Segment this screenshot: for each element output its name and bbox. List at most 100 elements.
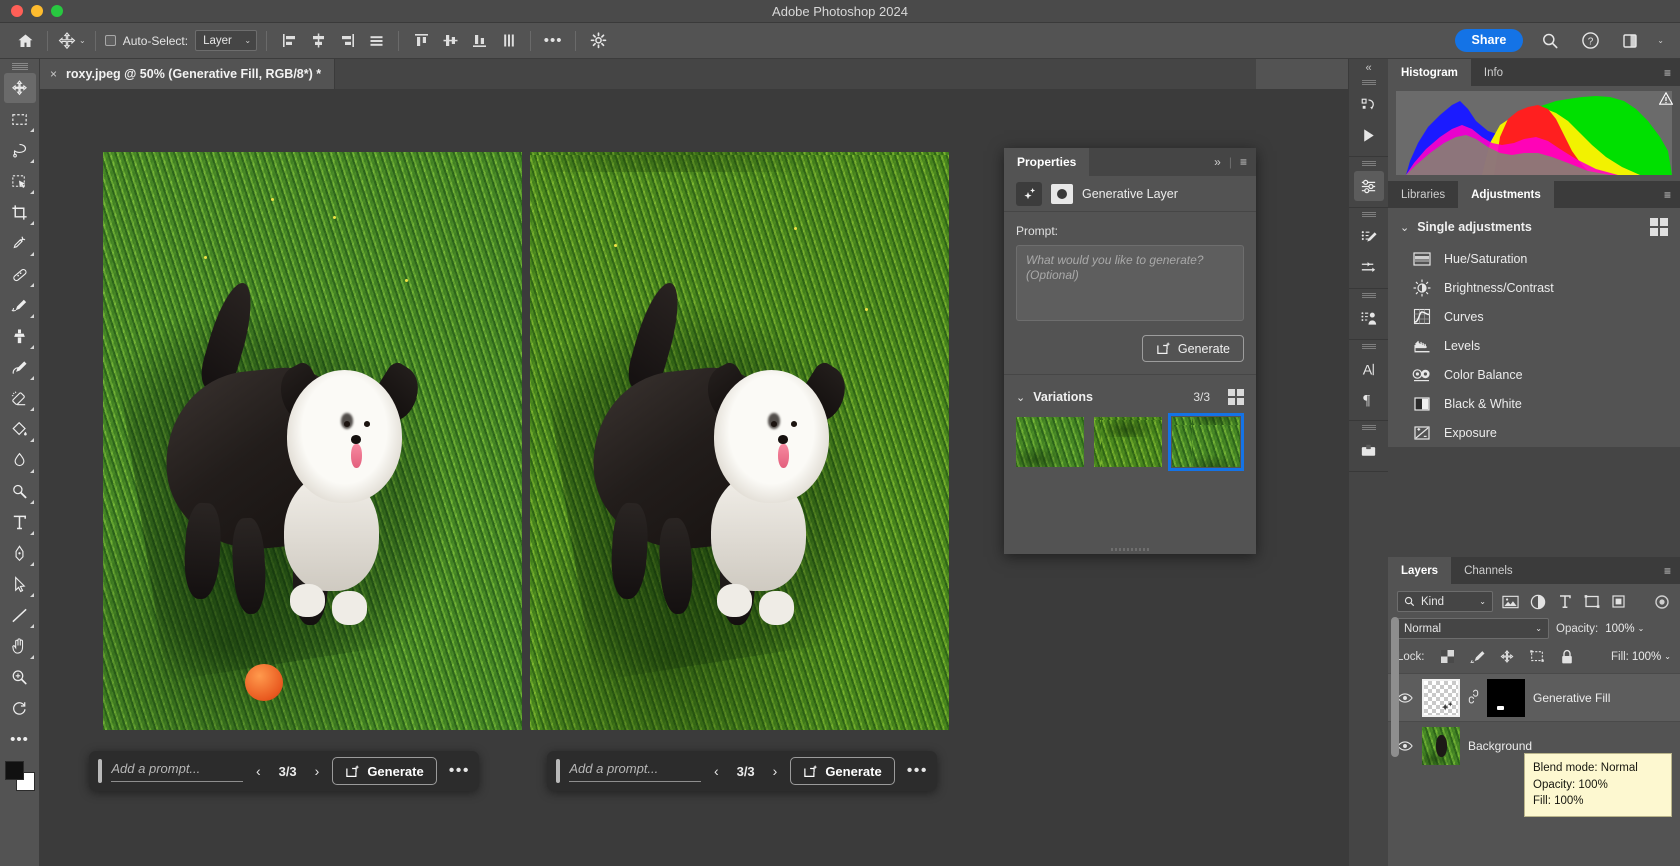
adjustment-brightness-contrast[interactable]: Brightness/Contrast xyxy=(1388,273,1680,302)
brush-tool[interactable] xyxy=(4,290,36,320)
filter-adjustment-icon[interactable] xyxy=(1528,592,1547,611)
adjustment-black-and-white[interactable]: Black & White xyxy=(1388,389,1680,418)
chevron-down-icon[interactable]: ⌄ xyxy=(1657,36,1664,45)
dodge-tool[interactable] xyxy=(4,476,36,506)
previous-variation-button[interactable]: ‹ xyxy=(252,763,265,779)
fill-field[interactable]: Fill: 100% ⌄ xyxy=(1611,651,1671,663)
active-tool-button[interactable]: ⌄ xyxy=(57,28,86,54)
lock-all-icon[interactable] xyxy=(1558,647,1577,666)
task-bar-drag-handle[interactable] xyxy=(98,759,102,783)
history-panel-icon[interactable] xyxy=(1354,90,1384,120)
filter-shape-icon[interactable] xyxy=(1582,592,1601,611)
color-swatches[interactable] xyxy=(5,761,35,791)
tab-channels[interactable]: Channels xyxy=(1451,557,1526,584)
next-variation-button[interactable]: › xyxy=(311,763,324,779)
crop-tool[interactable] xyxy=(4,197,36,227)
foreground-color-swatch[interactable] xyxy=(5,761,24,780)
generative-layer-icon[interactable] xyxy=(1016,182,1042,206)
layers-scrollbar[interactable] xyxy=(1391,617,1399,757)
more-options-button[interactable]: ••• xyxy=(540,29,566,53)
panel-resize-grip[interactable] xyxy=(1111,548,1149,551)
tab-libraries[interactable]: Libraries xyxy=(1388,181,1458,208)
filter-type-icon[interactable] xyxy=(1555,592,1574,611)
histogram-panel-menu-icon[interactable]: ≡ xyxy=(1664,59,1680,86)
path-selection-tool[interactable] xyxy=(4,569,36,599)
contextual-task-bar-left[interactable]: Add a prompt... ‹ 3/3 › Generate ••• xyxy=(89,751,479,791)
align-right-edges-button[interactable] xyxy=(334,29,360,53)
tab-adjustments[interactable]: Adjustments xyxy=(1458,181,1554,208)
lock-artboard-icon[interactable] xyxy=(1528,647,1547,666)
gradient-tool[interactable] xyxy=(4,414,36,444)
adjustment-hue-saturation[interactable]: Hue/Saturation xyxy=(1388,244,1680,273)
generate-button-right[interactable]: Generate xyxy=(790,757,894,785)
align-bottom-edges-button[interactable] xyxy=(466,29,492,53)
distribute-horizontal-button[interactable] xyxy=(363,29,389,53)
layer-thumbnail[interactable] xyxy=(1422,727,1460,765)
align-left-edges-button[interactable] xyxy=(276,29,302,53)
auto-select-checkbox[interactable] xyxy=(105,35,116,46)
edit-toolbar-button[interactable]: ••• xyxy=(4,724,36,754)
adjustment-levels[interactable]: Levels xyxy=(1388,331,1680,360)
lock-transparent-pixels-icon[interactable] xyxy=(1438,647,1457,666)
eraser-tool[interactable] xyxy=(4,383,36,413)
layer-mask-icon[interactable] xyxy=(1051,184,1073,204)
single-adjustments-header[interactable]: ⌄ Single adjustments xyxy=(1388,208,1680,244)
collapse-dock-icon[interactable]: « xyxy=(1365,62,1371,74)
adjustments-grid-view-icon[interactable] xyxy=(1650,218,1668,236)
opacity-value-field[interactable]: 100% ⌄ xyxy=(1605,623,1644,635)
task-bar-more-button[interactable]: ••• xyxy=(904,762,928,780)
warning-icon[interactable] xyxy=(1659,92,1673,105)
filter-toggle-icon[interactable] xyxy=(1652,592,1671,611)
auto-select-dropdown[interactable]: Layer ⌄ xyxy=(195,30,257,51)
variation-thumbnail-3[interactable] xyxy=(1172,417,1240,467)
object-selection-tool[interactable] xyxy=(4,166,36,196)
history-brush-tool[interactable] xyxy=(4,352,36,382)
layer-mask-thumbnail[interactable] xyxy=(1487,679,1525,717)
workspace-icon[interactable] xyxy=(1617,29,1643,53)
adjustment-exposure[interactable]: Exposure xyxy=(1388,418,1680,447)
document-tab[interactable]: × roxy.jpeg @ 50% (Generative Fill, RGB/… xyxy=(40,59,335,89)
lasso-tool[interactable] xyxy=(4,135,36,165)
prompt-input-left[interactable]: Add a prompt... xyxy=(111,761,243,782)
filter-kind-dropdown[interactable]: Kind ⌄ xyxy=(1397,591,1493,612)
pen-tool[interactable] xyxy=(4,538,36,568)
character-icon[interactable]: A xyxy=(1354,354,1384,384)
adjustment-curves[interactable]: Curves xyxy=(1388,302,1680,331)
lock-position-icon[interactable] xyxy=(1498,647,1517,666)
align-top-edges-button[interactable] xyxy=(408,29,434,53)
distribute-vertical-button[interactable] xyxy=(495,29,521,53)
chevron-down-icon[interactable]: ⌄ xyxy=(79,36,86,45)
prompt-textarea[interactable]: What would you like to generate? (Option… xyxy=(1016,245,1244,321)
gradients-icon[interactable] xyxy=(1354,252,1384,282)
canvas-image-right[interactable] xyxy=(530,152,949,730)
adjustments-icon[interactable] xyxy=(1354,171,1384,201)
eyedropper-tool[interactable] xyxy=(4,228,36,258)
rail-drag-handle[interactable] xyxy=(1362,293,1376,299)
blend-mode-dropdown[interactable]: Normal ⌄ xyxy=(1397,618,1549,639)
move-tool[interactable] xyxy=(4,73,36,103)
rectangular-marquee-tool[interactable] xyxy=(4,104,36,134)
hand-tool[interactable] xyxy=(4,631,36,661)
prompt-input-right[interactable]: Add a prompt... xyxy=(569,761,701,782)
rail-drag-handle[interactable] xyxy=(1362,425,1376,431)
previous-variation-button[interactable]: ‹ xyxy=(710,763,723,779)
variations-grid-view-icon[interactable] xyxy=(1228,389,1244,405)
align-horizontal-centers-button[interactable] xyxy=(305,29,331,53)
variations-header[interactable]: ⌄ Variations 3/3 xyxy=(1016,375,1244,417)
zoom-tool[interactable] xyxy=(4,662,36,692)
generate-button-left[interactable]: Generate xyxy=(332,757,436,785)
canvas-image-left[interactable] xyxy=(103,152,522,730)
tab-properties[interactable]: Properties xyxy=(1004,148,1089,176)
home-icon[interactable] xyxy=(12,29,38,53)
filter-smart-object-icon[interactable] xyxy=(1609,592,1628,611)
gear-icon[interactable] xyxy=(585,29,611,53)
rail-drag-handle[interactable] xyxy=(1362,212,1376,218)
rail-drag-handle[interactable] xyxy=(1362,344,1376,350)
task-bar-drag-handle[interactable] xyxy=(556,759,560,783)
share-button[interactable]: Share xyxy=(1455,29,1524,52)
line-tool[interactable] xyxy=(4,600,36,630)
actions-play-icon[interactable] xyxy=(1354,120,1384,150)
variation-thumbnail-2[interactable] xyxy=(1094,417,1162,467)
close-icon[interactable]: × xyxy=(50,67,57,81)
variation-thumbnail-1[interactable] xyxy=(1016,417,1084,467)
